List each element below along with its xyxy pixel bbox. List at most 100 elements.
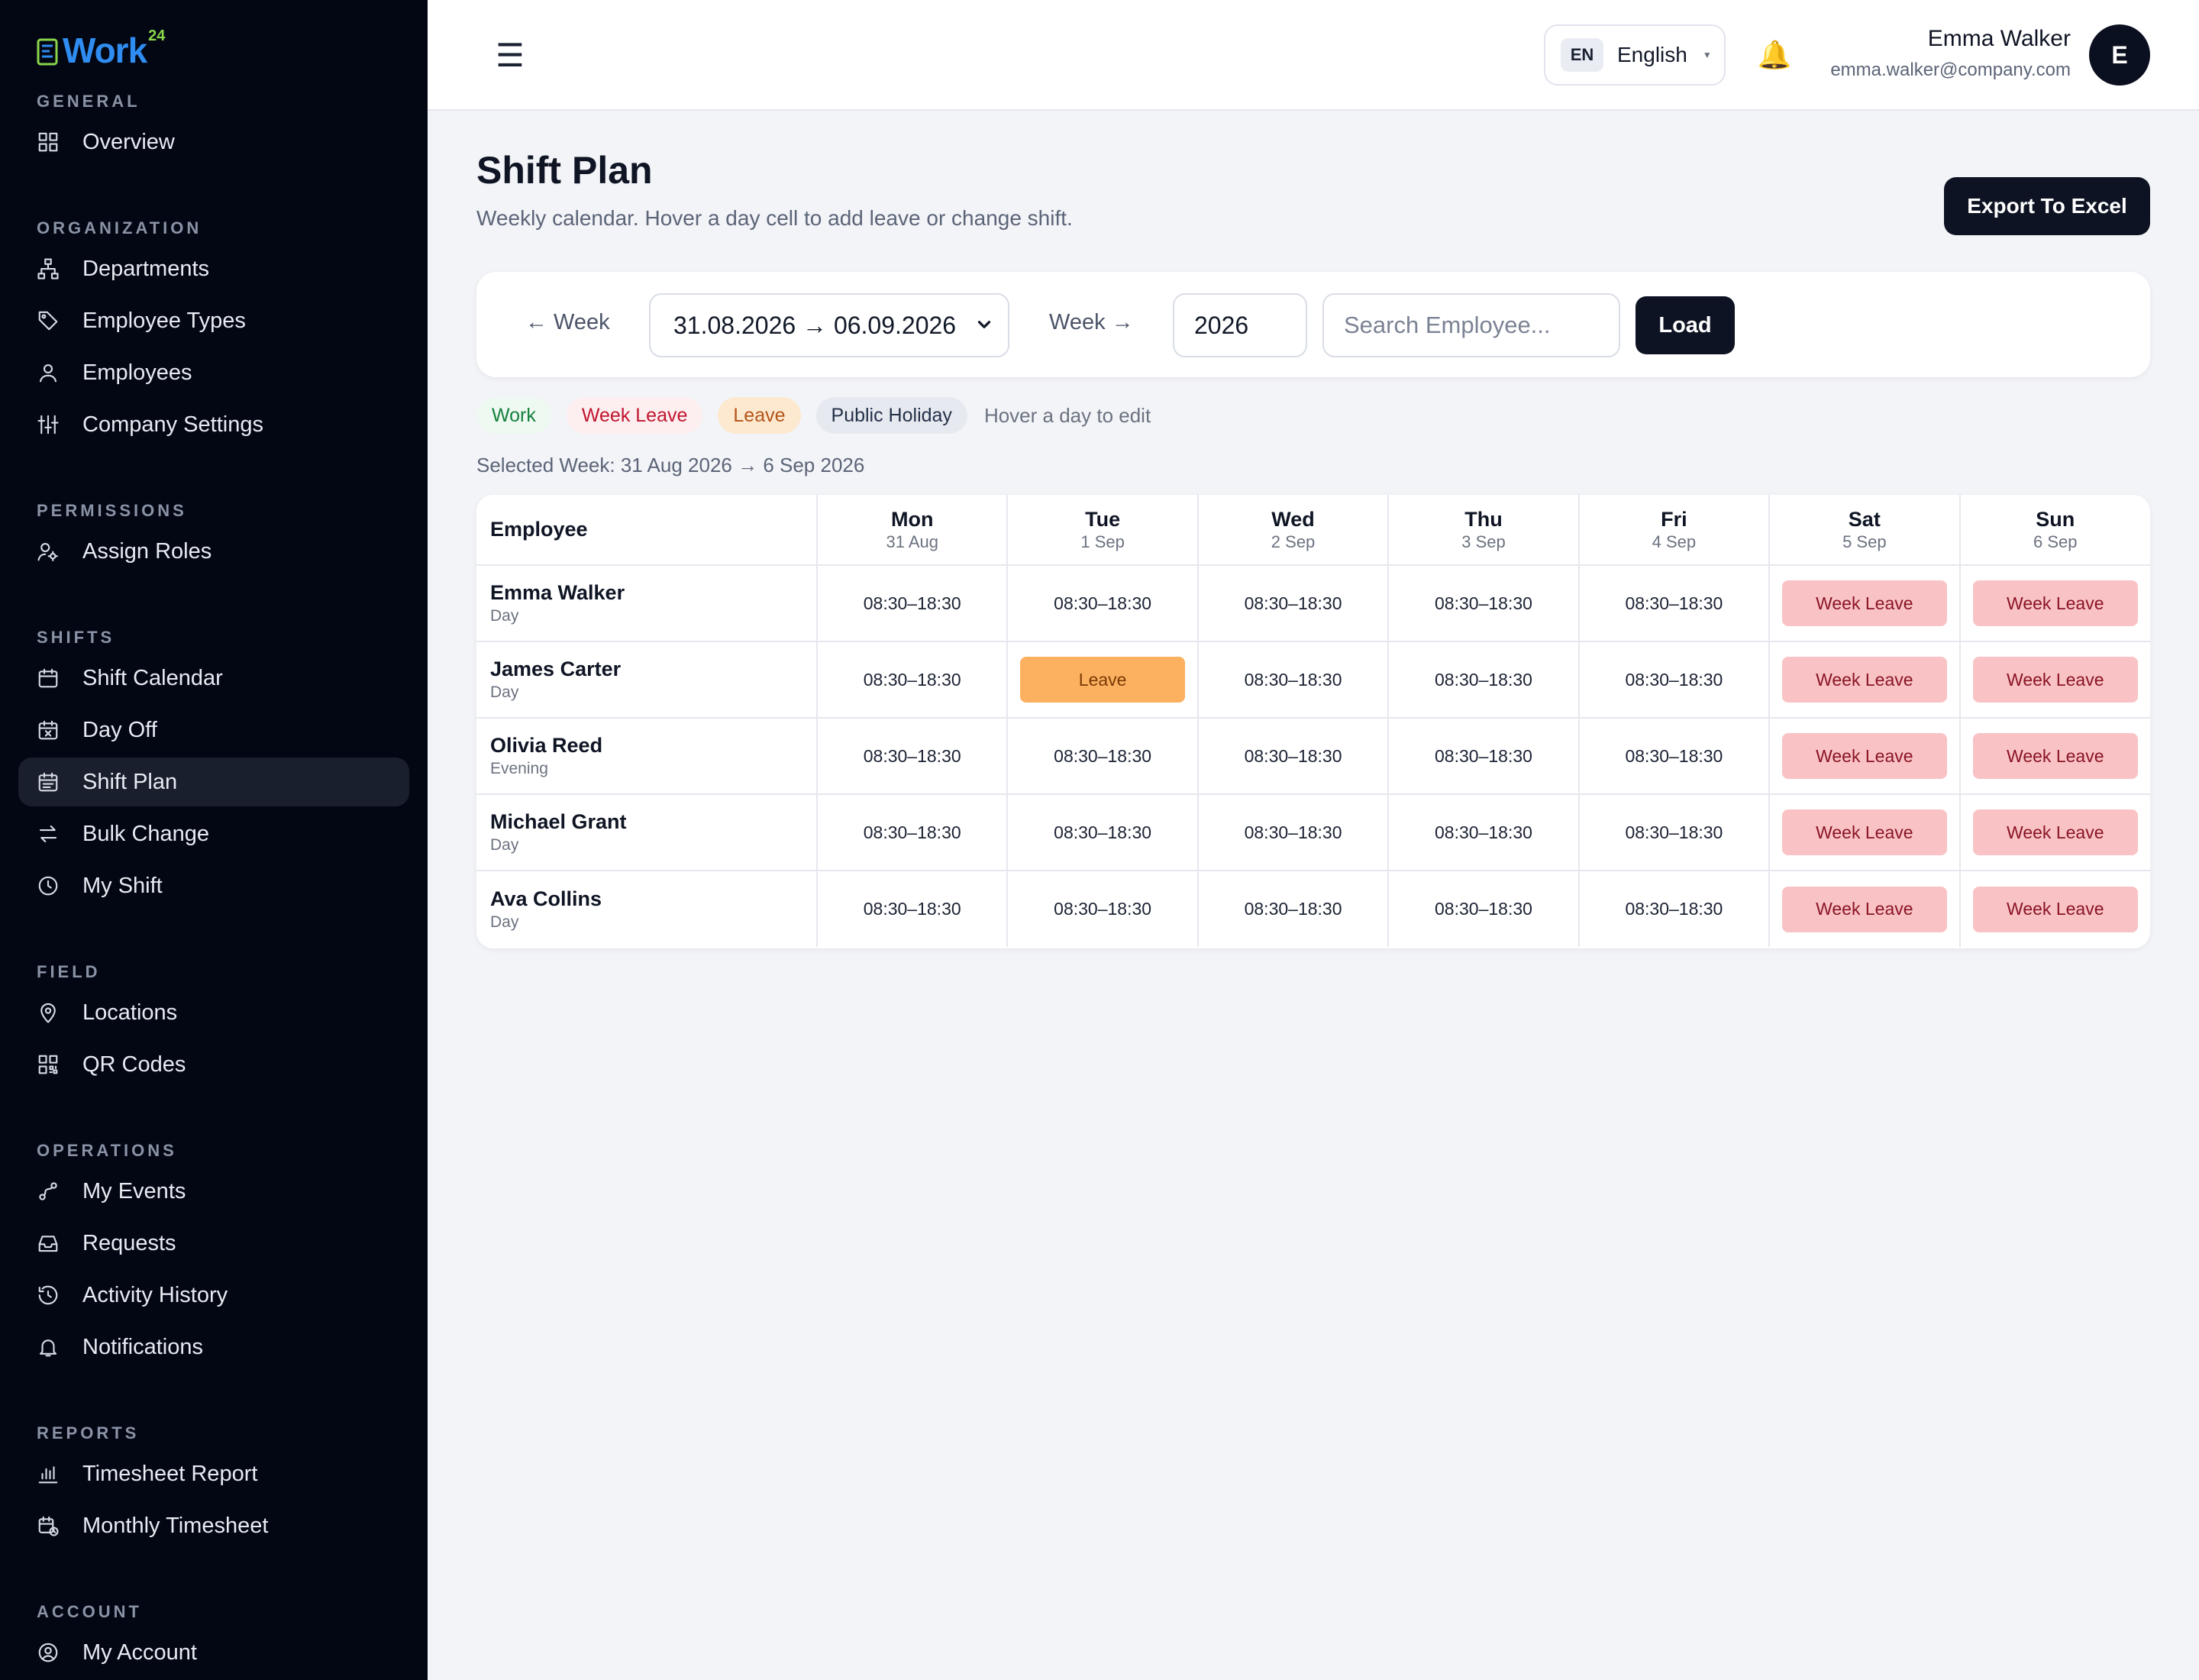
shift-cell[interactable]: 08:30–18:30 — [817, 871, 1009, 947]
week-range-select[interactable]: 31.08.2026 → 06.09.2026 — [649, 293, 1009, 357]
shift-cell[interactable]: 08:30–18:30 — [1578, 565, 1771, 642]
shift-cell[interactable]: 08:30–18:30 — [817, 718, 1009, 795]
sidebar-item-my-events[interactable]: My Events — [18, 1167, 409, 1216]
sidebar-item-timesheet-report[interactable]: Timesheet Report — [18, 1449, 409, 1498]
shift-cell[interactable]: Week Leave — [1769, 871, 1961, 947]
shift-cell[interactable]: 08:30–18:30 — [817, 794, 1009, 871]
sidebar-item-my-account[interactable]: My Account — [18, 1628, 409, 1677]
avatar[interactable]: E — [2089, 24, 2150, 86]
shift-cell[interactable]: 08:30–18:30 — [1578, 641, 1771, 719]
shift-cell[interactable]: 08:30–18:30 — [1007, 871, 1199, 947]
shift-cell[interactable]: 08:30–18:30 — [1007, 718, 1199, 795]
shift-cell[interactable]: Week Leave — [1959, 794, 2150, 871]
language-selector[interactable]: EN English ▼ — [1544, 24, 1726, 86]
shift-cell[interactable]: 08:30–18:30 — [1388, 871, 1580, 947]
year-input[interactable]: 2026 — [1173, 293, 1307, 357]
shift-cell[interactable]: 08:30–18:30 — [1388, 794, 1580, 871]
sidebar-item-assign-roles[interactable]: Assign Roles — [18, 527, 409, 576]
shift-cell[interactable]: Week Leave — [1959, 718, 2150, 795]
day-name: Tue — [1085, 507, 1121, 531]
notification-bell-icon[interactable]: 🔔 — [1758, 38, 1792, 72]
day-column-header: Mon 31 Aug — [817, 495, 1009, 566]
shift-cell[interactable]: 08:30–18:30 — [1388, 718, 1580, 795]
shift-cell[interactable]: Week Leave — [1959, 641, 2150, 719]
sidebar-item-requests[interactable]: Requests — [18, 1219, 409, 1268]
shift-time: 08:30–18:30 — [1244, 899, 1342, 919]
menu-toggle-icon[interactable]: ☰ — [489, 34, 531, 76]
shift-time: 08:30–18:30 — [863, 669, 961, 690]
shift-cell[interactable]: 08:30–18:30 — [1388, 565, 1580, 642]
shift-cell[interactable]: 08:30–18:30 — [1007, 565, 1199, 642]
shift-time: 08:30–18:30 — [1244, 593, 1342, 613]
shift-time: 08:30–18:30 — [1054, 899, 1152, 919]
language-code: EN — [1561, 38, 1603, 72]
shift-cell[interactable]: Week Leave — [1959, 565, 2150, 642]
shift-cell[interactable]: 08:30–18:30 — [1388, 641, 1580, 719]
day-date: 31 Aug — [886, 531, 938, 551]
shift-cell[interactable]: 08:30–18:30 — [1197, 794, 1390, 871]
language-name: English — [1617, 43, 1687, 66]
shift-cell[interactable]: 08:30–18:30 — [1007, 794, 1199, 871]
shift-cell[interactable]: 08:30–18:30 — [817, 641, 1009, 719]
shift-cell[interactable]: Week Leave — [1769, 718, 1961, 795]
sidebar-item-overview[interactable]: Overview — [18, 118, 409, 166]
shift-cell[interactable]: 08:30–18:30 — [1197, 871, 1390, 947]
sidebar-item-my-shift[interactable]: My Shift — [18, 861, 409, 910]
employee-cell: Ava Collins Day — [476, 871, 818, 947]
page-title: Shift Plan — [476, 149, 653, 192]
shift-cell[interactable]: 08:30–18:30 — [817, 565, 1009, 642]
shift-time: 08:30–18:30 — [1435, 745, 1532, 766]
load-button[interactable]: Load — [1636, 296, 1735, 354]
sidebar-item-label: Company Settings — [82, 412, 263, 437]
sidebar-item-day-off[interactable]: Day Off — [18, 706, 409, 754]
user-gear-icon — [37, 542, 58, 561]
sidebar-item-label: Timesheet Report — [82, 1461, 258, 1486]
week-leave-badge: Week Leave — [1781, 580, 1947, 626]
sidebar-item-label: Day Off — [82, 717, 157, 742]
sidebar-item-employees[interactable]: Employees — [18, 348, 409, 397]
export-excel-button[interactable]: Export To Excel — [1944, 177, 2150, 235]
shift-cell[interactable]: Leave — [1007, 641, 1199, 719]
shift-cell[interactable]: 08:30–18:30 — [1578, 718, 1771, 795]
shift-time: 08:30–18:30 — [863, 899, 961, 919]
sidebar-item-label: Employees — [82, 360, 192, 385]
week-leave-badge: Week Leave — [1972, 733, 2138, 779]
sidebar-item-employee-types[interactable]: Employee Types — [18, 296, 409, 345]
shift-cell[interactable]: Week Leave — [1769, 565, 1961, 642]
next-week-button[interactable]: Week → — [1049, 310, 1134, 335]
sidebar-item-company-settings[interactable]: Company Settings — [18, 400, 409, 449]
shift-cell[interactable]: Week Leave — [1769, 794, 1961, 871]
nav-section-title: OPERATIONS — [37, 1141, 177, 1160]
shift-cell[interactable]: 08:30–18:30 — [1197, 641, 1390, 719]
sidebar-item-shift-plan[interactable]: Shift Plan — [18, 758, 409, 806]
sidebar-item-shift-calendar[interactable]: Shift Calendar — [18, 654, 409, 703]
shift-cell[interactable]: 08:30–18:30 — [1197, 565, 1390, 642]
week-leave-badge: Week Leave — [1972, 657, 2138, 703]
employee-name: Emma Walker — [490, 581, 625, 604]
previous-week-button[interactable]: ← Week — [525, 310, 610, 335]
sidebar-item-monthly-timesheet[interactable]: Monthly Timesheet — [18, 1501, 409, 1550]
shift-cell[interactable]: 08:30–18:30 — [1197, 718, 1390, 795]
sidebar-item-activity-history[interactable]: Activity History — [18, 1271, 409, 1320]
nav-section-title: ACCOUNT — [37, 1602, 142, 1621]
nav-section-title: PERMISSIONS — [37, 501, 187, 520]
sidebar-item-departments[interactable]: Departments — [18, 244, 409, 293]
chevron-down-icon — [977, 321, 991, 328]
shift-cell[interactable]: Week Leave — [1769, 641, 1961, 719]
shift-cell[interactable]: 08:30–18:30 — [1578, 871, 1771, 947]
shift-time: 08:30–18:30 — [1435, 593, 1532, 613]
sidebar-item-qr-codes[interactable]: QR Codes — [18, 1040, 409, 1089]
shift-cell[interactable]: Week Leave — [1960, 871, 2150, 947]
search-employee-input[interactable] — [1322, 293, 1620, 357]
legend-hint: Hover a day to edit — [983, 403, 1151, 427]
day-date: 5 Sep — [1842, 531, 1887, 551]
sidebar-item-notifications[interactable]: Notifications — [18, 1323, 409, 1371]
app-logo[interactable]: Work 24 — [37, 27, 165, 72]
logo-text: Work — [63, 31, 147, 70]
sidebar-item-locations[interactable]: Locations — [18, 988, 409, 1037]
bell-icon — [39, 1339, 57, 1357]
shift-cell[interactable]: 08:30–18:30 — [1578, 794, 1771, 871]
shift-time: 08:30–18:30 — [1435, 822, 1532, 842]
day-date: 2 Sep — [1271, 531, 1316, 551]
sidebar-item-bulk-change[interactable]: Bulk Change — [18, 809, 409, 858]
